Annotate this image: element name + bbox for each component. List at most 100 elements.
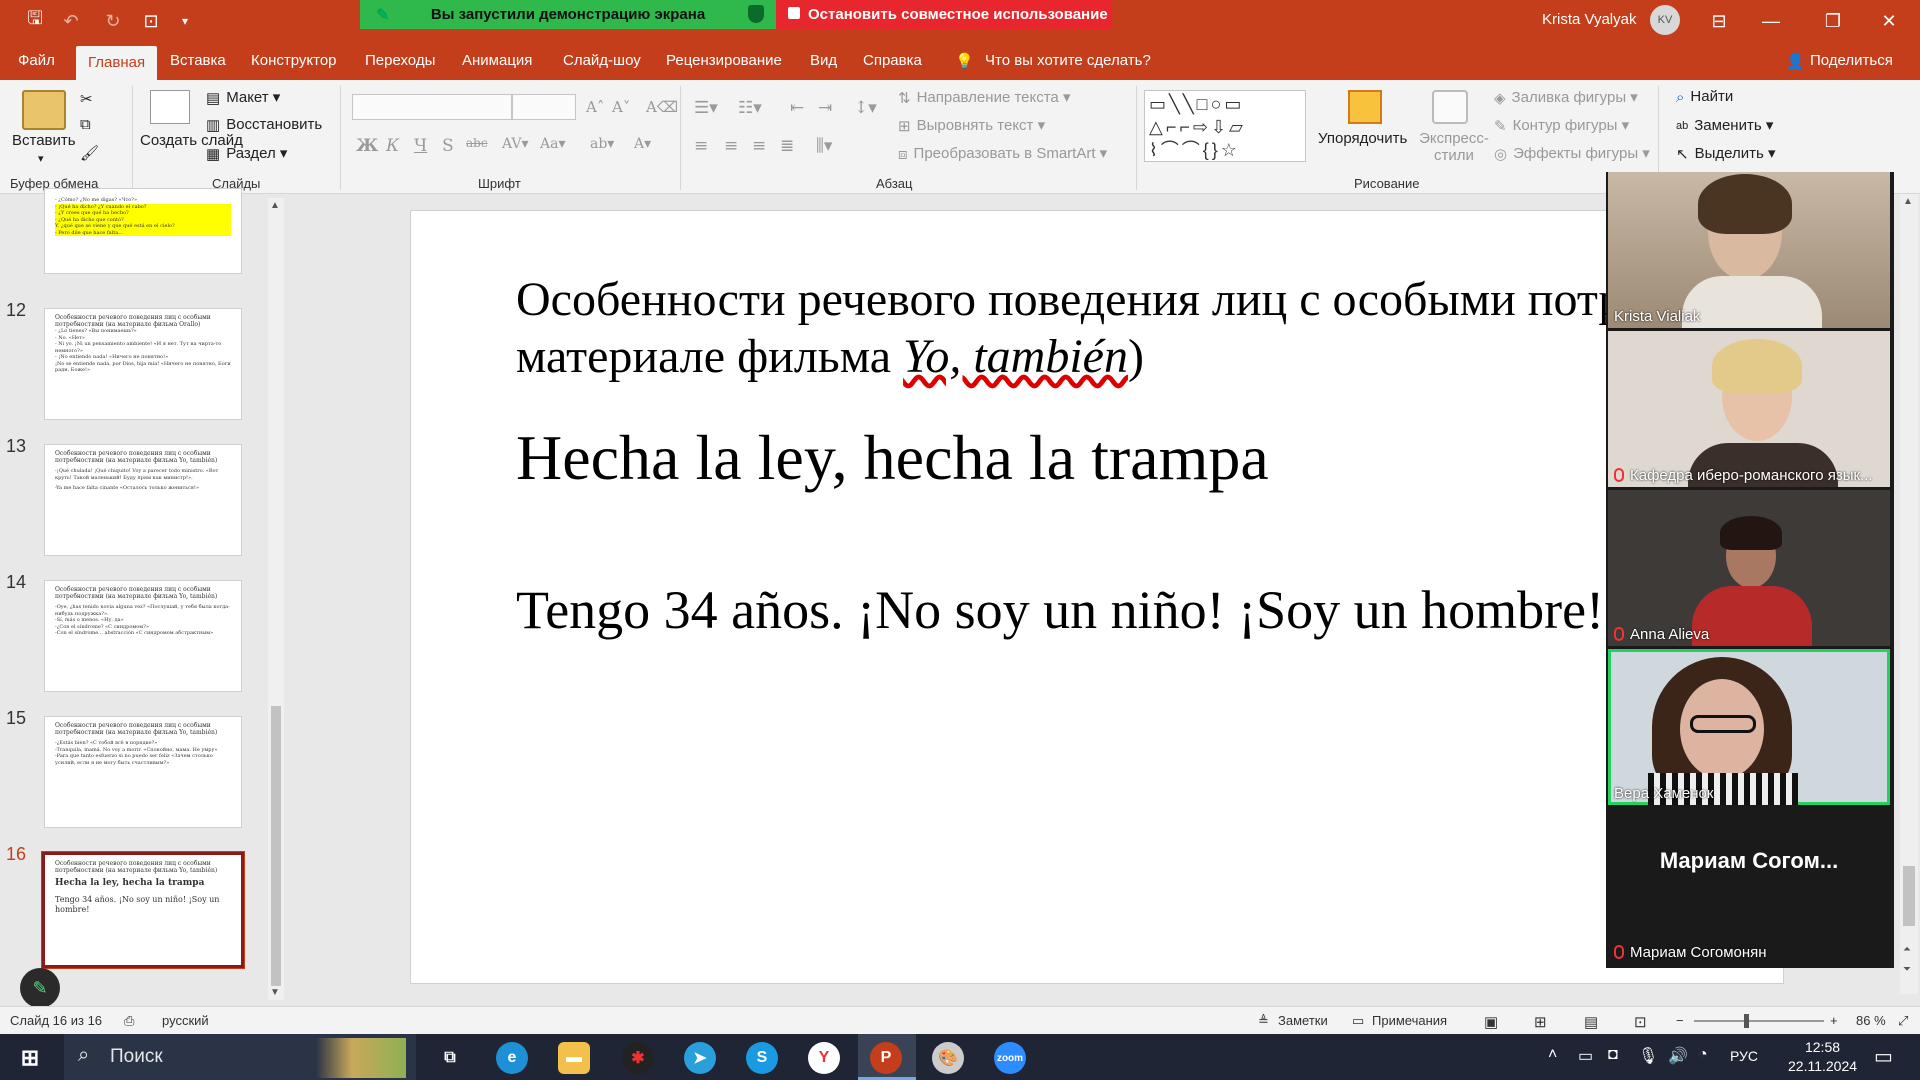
smartart-button[interactable]: ⧈ Преобразовать в SmartArt ▾ [898, 144, 1107, 163]
chevron-down-icon[interactable]: ▾ [38, 152, 44, 165]
slide-body[interactable]: Tengo 34 años. ¡No soy un niño! ¡Soy un … [516, 579, 1604, 641]
section-button[interactable]: ▦ Раздел ▾ [206, 144, 287, 163]
tab-transitions[interactable]: Переходы [365, 52, 435, 69]
spell-check-icon[interactable]: ⎙ [124, 1013, 134, 1029]
zoom-slider-thumb[interactable] [1744, 1014, 1749, 1028]
current-slide[interactable]: Особенности речевого поведения лиц с осо… [410, 210, 1784, 984]
tab-review[interactable]: Рецензирование [666, 52, 782, 69]
undo-icon[interactable]: ↶ [58, 8, 84, 34]
align-left-icon[interactable]: ≡ [694, 136, 708, 156]
edge-icon[interactable]: e [496, 1042, 528, 1074]
restore-icon[interactable]: ❐ [1810, 6, 1856, 36]
ribbon-display-icon[interactable]: ⊟ [1696, 6, 1742, 36]
underline-icon[interactable]: Ч [414, 136, 427, 156]
customize-qat-icon[interactable]: ▾ [172, 8, 198, 34]
paint-icon[interactable]: 🎨 [932, 1042, 964, 1074]
change-case-icon[interactable]: Aa▾ [540, 136, 565, 152]
task-view-icon[interactable]: ⧉ [434, 1042, 466, 1074]
replace-button[interactable]: ab Заменить ▾ [1676, 116, 1773, 134]
participant-tile-speaking[interactable]: Вера Хаменок [1608, 649, 1890, 805]
tell-me-box[interactable]: Что вы хотите сделать? [985, 52, 1151, 69]
tab-design[interactable]: Конструктор [251, 52, 337, 69]
file-explorer-icon[interactable]: ▬ [558, 1042, 590, 1074]
paste-button[interactable]: Вставить [12, 132, 76, 149]
slideshow-icon[interactable]: ⊡ [1634, 1013, 1647, 1031]
thumbnail-scrollbar[interactable]: ▲ ▼ [268, 198, 284, 1000]
powerpoint-icon[interactable]: P [870, 1042, 902, 1074]
font-size-combo[interactable] [512, 94, 576, 120]
clear-format-icon[interactable]: A⌫ [646, 98, 678, 116]
input-language[interactable]: РУС [1730, 1048, 1758, 1064]
participant-tile[interactable]: Anna Alieva [1608, 490, 1890, 646]
spacing-icon[interactable]: AV▾ [502, 136, 529, 152]
slide-heading[interactable]: Hecha la ley, hecha la trampa [516, 421, 1269, 495]
scroll-up-icon[interactable]: ▲ [270, 200, 280, 211]
copy-icon[interactable]: ⧉ [80, 116, 91, 133]
normal-view-icon[interactable]: ▣ [1484, 1013, 1498, 1031]
shape-outline-button[interactable]: ✎ Контур фигуры ▾ [1494, 116, 1629, 135]
taskbar-search[interactable]: ⌕ Поиск [64, 1034, 416, 1080]
language-indicator[interactable]: русский [162, 1013, 209, 1028]
text-direction-button[interactable]: ⇅ Направление текста ▾ [898, 88, 1070, 107]
thumbnail-slide-12[interactable]: Особенности речевого поведения лиц с осо… [44, 308, 242, 420]
zoom-icon[interactable]: zoom [994, 1042, 1026, 1074]
notes-button[interactable]: Заметки [1278, 1013, 1328, 1028]
microphone-icon[interactable]: 🎙 [1638, 1046, 1658, 1066]
notes-icon[interactable]: ≜ [1258, 1013, 1269, 1029]
align-center-icon[interactable]: ≡ [724, 136, 738, 156]
columns-icon[interactable]: ⫼▾ [816, 136, 832, 156]
slide-title[interactable]: Особенности речевого поведения лиц с осо… [516, 271, 1783, 385]
comments-icon[interactable]: ▭ [1352, 1013, 1364, 1029]
scroll-up-icon[interactable]: ▲ [1903, 196, 1913, 207]
notifications-icon[interactable]: ▭ [1874, 1044, 1893, 1069]
new-slide-icon[interactable] [150, 90, 190, 124]
slide-sorter-icon[interactable]: ⊞ [1534, 1013, 1547, 1031]
paste-icon[interactable] [22, 90, 66, 130]
chevron-up-icon[interactable]: ˄ [1548, 1046, 1557, 1064]
highlight-icon[interactable]: ab▾ [590, 136, 614, 152]
thumbnail-slide-15[interactable]: Особенности речевого поведения лиц с осо… [44, 716, 242, 828]
zoom-level[interactable]: 86 % [1856, 1013, 1886, 1028]
zoom-in-icon[interactable]: + [1830, 1013, 1838, 1028]
thumbnail-slide-16[interactable]: Особенности речевого поведения лиц с осо… [41, 851, 245, 969]
redo-icon[interactable]: ↻ [100, 8, 126, 34]
shape-effects-button[interactable]: ◎ Эффекты фигуры ▾ [1494, 144, 1650, 163]
scroll-thumb[interactable] [1903, 866, 1915, 926]
bullets-icon[interactable]: ☰▾ [694, 98, 718, 118]
grow-font-icon[interactable]: A˄ [586, 98, 604, 116]
align-right-icon[interactable]: ≡ [752, 136, 766, 156]
arrange-icon[interactable] [1348, 90, 1382, 124]
shapes-gallery[interactable]: ▭╲╲□○▭ △⌐⌐⇨⇩▱ ⌇⌒⌒{}☆ [1144, 90, 1306, 162]
save-icon[interactable]: 🖫 [22, 8, 48, 34]
numbering-icon[interactable]: ☷▾ [738, 98, 762, 118]
select-button[interactable]: ↖ Выделить ▾ [1676, 144, 1775, 163]
reading-view-icon[interactable]: ▤ [1584, 1013, 1598, 1031]
cut-icon[interactable]: ✂ [80, 90, 93, 108]
participant-tile[interactable]: Krista Vialiak [1608, 172, 1890, 328]
avatar[interactable]: KV [1650, 5, 1680, 35]
tab-insert[interactable]: Вставка [170, 52, 226, 69]
font-name-combo[interactable] [352, 94, 512, 120]
windows-start-icon[interactable]: ⊞ [14, 1042, 46, 1074]
arrange-button[interactable]: Упорядочить [1318, 130, 1407, 147]
zoom-slider[interactable] [1694, 1020, 1824, 1022]
zoom-out-icon[interactable]: − [1676, 1013, 1684, 1028]
justify-icon[interactable]: ≣ [780, 136, 794, 156]
present-icon[interactable]: ⊡ [138, 8, 164, 34]
tab-animations[interactable]: Анимация [462, 52, 532, 69]
format-painter-icon[interactable]: 🖌 [80, 144, 99, 162]
increase-indent-icon[interactable]: ⇥ [818, 98, 832, 118]
close-icon[interactable]: ✕ [1866, 6, 1912, 36]
slide-scrollbar[interactable]: ▲ ⏶ ⏷ [1900, 194, 1918, 994]
annotate-pen-icon[interactable]: ✎ [20, 968, 60, 1008]
participant-tile[interactable]: Мариам Согом... Мариам Согомонян [1608, 808, 1890, 964]
comments-button[interactable]: Примечания [1372, 1013, 1447, 1028]
participant-tile[interactable]: Кафедра иберо-романского язык... [1608, 331, 1890, 487]
tab-home[interactable]: Главная [76, 46, 158, 80]
thumbnail-slide-11[interactable]: - ¿Cómo? ¿No me digas? «Что?» - ¡Qué ha … [44, 188, 242, 274]
italic-icon[interactable]: К [386, 136, 399, 156]
find-button[interactable]: ⌕ Найти [1676, 88, 1733, 106]
thumbnail-slide-14[interactable]: Особенности речевого поведения лиц с осо… [44, 580, 242, 692]
tab-file[interactable]: Файл [18, 52, 55, 69]
layout-button[interactable]: ▤ Макет ▾ [206, 88, 280, 107]
